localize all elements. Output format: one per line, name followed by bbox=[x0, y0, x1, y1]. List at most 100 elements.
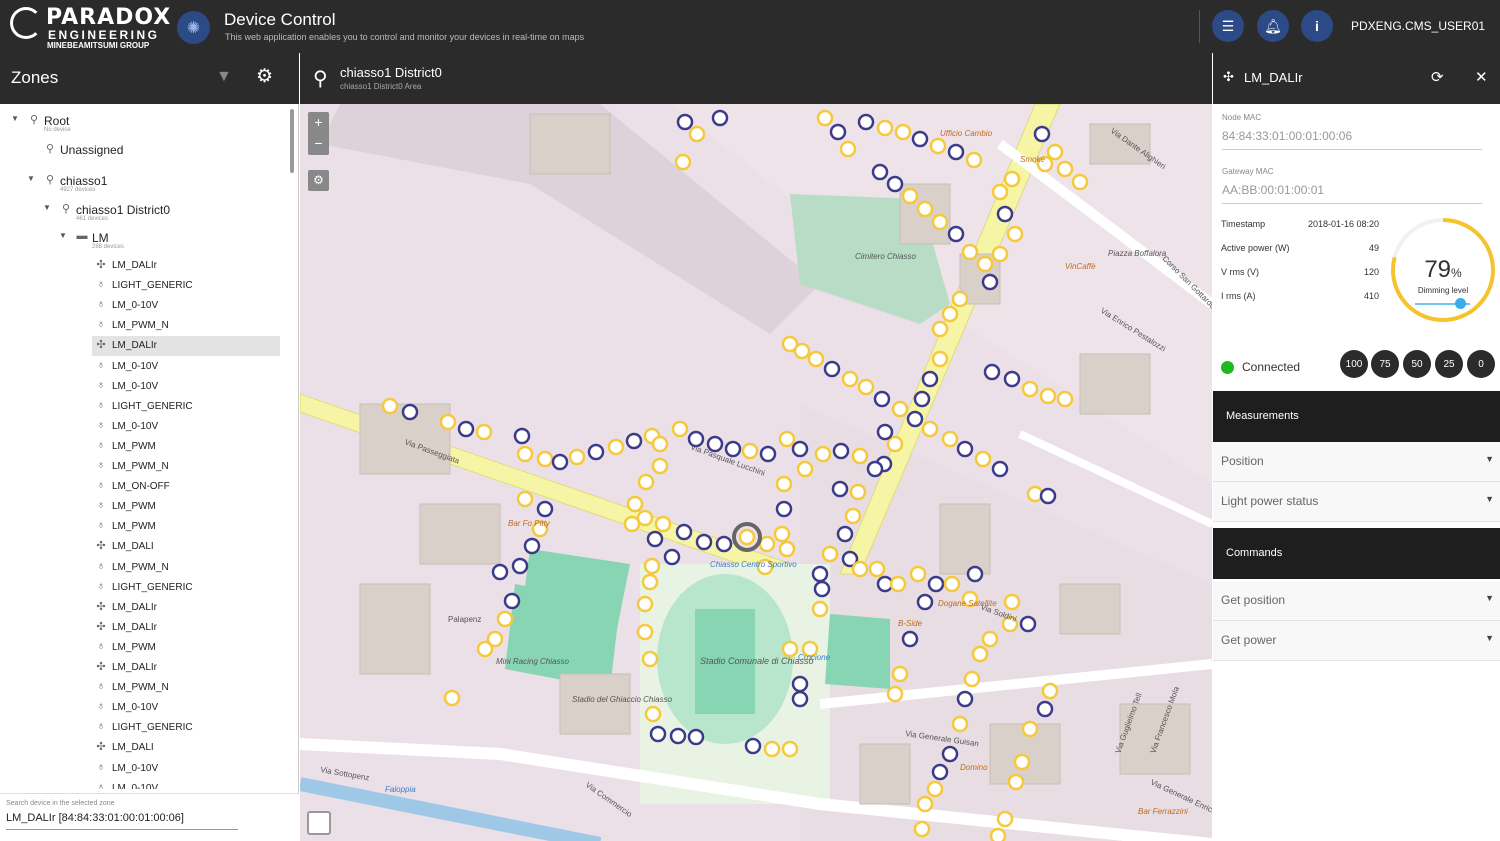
device-marker[interactable] bbox=[921, 420, 939, 438]
menu-button[interactable]: ☰ bbox=[1212, 10, 1244, 42]
device-marker[interactable] bbox=[503, 592, 521, 610]
device-list-item[interactable]: ♁ LIGHT_GENERIC bbox=[92, 718, 280, 738]
device-marker[interactable] bbox=[909, 565, 927, 583]
dim-100-button[interactable]: 100 bbox=[1340, 350, 1368, 378]
device-marker[interactable] bbox=[956, 690, 974, 708]
device-marker[interactable] bbox=[625, 432, 643, 450]
device-marker[interactable] bbox=[791, 440, 809, 458]
device-list-item[interactable]: ✣ LM_DALIr bbox=[92, 658, 280, 678]
device-list-item[interactable]: ♁ LM_PWM bbox=[92, 638, 280, 658]
device-marker[interactable] bbox=[886, 435, 904, 453]
device-marker[interactable] bbox=[778, 430, 796, 448]
device-marker[interactable] bbox=[773, 525, 791, 543]
device-marker[interactable] bbox=[1056, 390, 1074, 408]
device-marker[interactable] bbox=[738, 528, 756, 546]
device-marker[interactable] bbox=[886, 685, 904, 703]
device-marker[interactable] bbox=[891, 665, 909, 683]
device-marker[interactable] bbox=[1003, 370, 1021, 388]
get-power-accordion[interactable]: Get power ▼ bbox=[1213, 621, 1500, 661]
device-list-item[interactable]: ♁ LM_0-10V bbox=[92, 779, 280, 789]
device-marker[interactable] bbox=[816, 109, 834, 127]
device-marker[interactable] bbox=[759, 445, 777, 463]
device-list-item[interactable]: ♁ LM_0-10V bbox=[92, 698, 280, 718]
light-power-accordion[interactable]: Light power status ▼ bbox=[1213, 482, 1500, 522]
device-marker[interactable] bbox=[763, 740, 781, 758]
device-list-item[interactable]: ♁ LM_PWM_N bbox=[92, 457, 280, 477]
device-marker[interactable] bbox=[821, 545, 839, 563]
device-marker[interactable] bbox=[401, 403, 419, 421]
device-marker[interactable] bbox=[636, 595, 654, 613]
device-marker[interactable] bbox=[947, 143, 965, 161]
device-marker[interactable] bbox=[381, 397, 399, 415]
device-marker[interactable] bbox=[841, 370, 859, 388]
close-icon[interactable]: ✕ bbox=[1475, 68, 1488, 86]
device-marker[interactable] bbox=[961, 243, 979, 261]
device-marker[interactable] bbox=[913, 820, 931, 838]
device-marker[interactable] bbox=[793, 342, 811, 360]
device-list-item[interactable]: ♁ LIGHT_GENERIC bbox=[92, 397, 280, 417]
device-marker[interactable] bbox=[832, 442, 850, 460]
device-list-item[interactable]: ✣ LM_DALIr bbox=[92, 598, 280, 618]
device-marker[interactable] bbox=[513, 427, 531, 445]
device-marker[interactable] bbox=[636, 623, 654, 641]
caret-down-icon[interactable]: ▼ bbox=[11, 114, 19, 123]
device-list-item[interactable]: ✣ LM_DALI bbox=[92, 537, 280, 557]
device-marker[interactable] bbox=[811, 600, 829, 618]
device-marker[interactable] bbox=[741, 442, 759, 460]
device-marker[interactable] bbox=[516, 445, 534, 463]
caret-down-icon[interactable]: ▼ bbox=[27, 174, 35, 183]
dimming-slider-handle[interactable] bbox=[1455, 298, 1466, 309]
device-marker[interactable] bbox=[866, 460, 884, 478]
device-marker[interactable] bbox=[1039, 387, 1057, 405]
device-marker[interactable] bbox=[475, 423, 493, 441]
device-marker[interactable] bbox=[849, 483, 867, 501]
dim-0-button[interactable]: 0 bbox=[1467, 350, 1495, 378]
device-marker[interactable] bbox=[963, 670, 981, 688]
device-marker[interactable] bbox=[941, 305, 959, 323]
device-marker[interactable] bbox=[491, 563, 509, 581]
dim-75-button[interactable]: 75 bbox=[1371, 350, 1399, 378]
device-marker[interactable] bbox=[901, 630, 919, 648]
device-list-item[interactable]: ♁ LM_PWM_N bbox=[92, 678, 280, 698]
device-marker[interactable] bbox=[996, 810, 1014, 828]
device-marker[interactable] bbox=[568, 448, 586, 466]
device-marker[interactable] bbox=[929, 137, 947, 155]
device-marker[interactable] bbox=[651, 457, 669, 475]
device-marker[interactable] bbox=[839, 140, 857, 158]
device-marker[interactable] bbox=[654, 515, 672, 533]
device-marker[interactable] bbox=[649, 725, 667, 743]
device-marker[interactable] bbox=[1033, 125, 1051, 143]
device-marker[interactable] bbox=[646, 530, 664, 548]
tree-node-district0[interactable]: ▼ ⚲ chiasso1 District0 461 devices bbox=[0, 200, 290, 222]
device-marker[interactable] bbox=[536, 450, 554, 468]
device-marker[interactable] bbox=[695, 533, 713, 551]
device-marker[interactable] bbox=[913, 390, 931, 408]
device-marker[interactable] bbox=[906, 410, 924, 428]
device-marker[interactable] bbox=[981, 630, 999, 648]
device-list-item[interactable]: ♁ LM_PWM bbox=[92, 517, 280, 537]
device-marker[interactable] bbox=[868, 560, 886, 578]
device-marker[interactable] bbox=[687, 728, 705, 746]
position-accordion[interactable]: Position ▼ bbox=[1213, 442, 1500, 482]
device-marker[interactable] bbox=[1036, 700, 1054, 718]
device-marker[interactable] bbox=[626, 495, 644, 513]
commands-header[interactable]: Commands bbox=[1213, 528, 1500, 579]
device-marker[interactable] bbox=[791, 675, 809, 693]
device-list-item[interactable]: ✣ LM_DALIr bbox=[92, 618, 280, 638]
device-marker[interactable] bbox=[1039, 487, 1057, 505]
device-marker[interactable] bbox=[873, 390, 891, 408]
device-marker[interactable] bbox=[871, 163, 889, 181]
device-marker[interactable] bbox=[476, 640, 494, 658]
device-marker[interactable] bbox=[775, 475, 793, 493]
tree-node-unassigned[interactable]: ⚲ Unassigned bbox=[0, 140, 290, 160]
device-marker[interactable] bbox=[711, 109, 729, 127]
device-marker[interactable] bbox=[991, 245, 1009, 263]
device-marker[interactable] bbox=[607, 438, 625, 456]
device-marker[interactable] bbox=[744, 737, 762, 755]
device-marker[interactable] bbox=[886, 175, 904, 193]
device-marker[interactable] bbox=[931, 213, 949, 231]
device-marker[interactable] bbox=[1046, 143, 1064, 161]
device-marker[interactable] bbox=[901, 187, 919, 205]
layer-toggle-button[interactable] bbox=[307, 811, 331, 835]
device-marker[interactable] bbox=[643, 557, 661, 575]
